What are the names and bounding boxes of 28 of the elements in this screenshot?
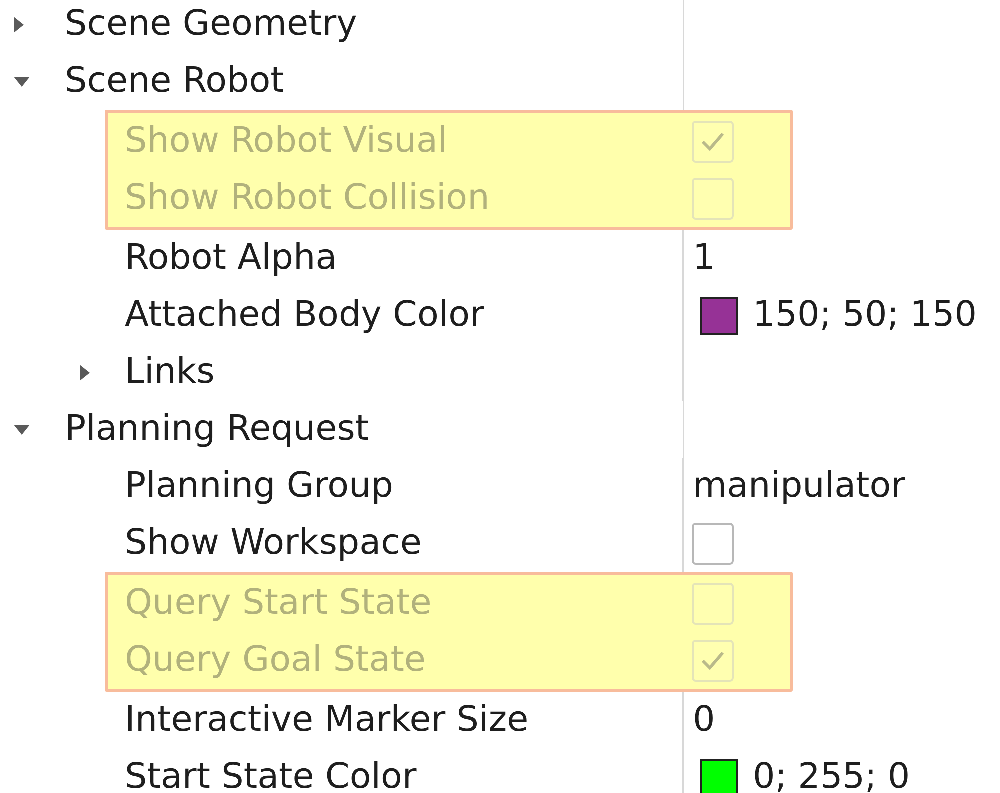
property-name: Query Goal State [125, 639, 426, 682]
property-name: Scene Geometry [65, 3, 358, 46]
property-name: Links [125, 351, 215, 394]
property-name: Show Robot Visual [125, 120, 448, 164]
property-name: Start State Color [125, 756, 417, 793]
property-name: Query Start State [125, 582, 432, 626]
property-name: Planning Group [125, 465, 394, 508]
checkbox[interactable] [692, 522, 734, 564]
property-name: Planning Request [65, 408, 370, 452]
caret-down-icon[interactable] [14, 424, 30, 434]
check-icon [700, 130, 726, 152]
color-value: 0; 255; 0 [753, 756, 910, 793]
property-value: manipulator [693, 465, 906, 508]
check-icon [700, 650, 726, 672]
caret-right-icon[interactable] [14, 16, 24, 32]
property-name: Robot Alpha [125, 237, 338, 280]
caret-down-icon[interactable] [14, 76, 30, 86]
color-value: 150; 50; 150 [753, 294, 977, 338]
property-name: Attached Body Color [125, 294, 484, 338]
property-name: Show Robot Collision [125, 177, 490, 220]
property-name: Show Workspace [125, 522, 422, 566]
color-swatch[interactable] [700, 758, 738, 793]
property-name: Scene Robot [65, 60, 284, 104]
property-value: 1 [693, 237, 716, 280]
property-name: Interactive Marker Size [125, 699, 529, 742]
property-value: 0 [693, 699, 716, 742]
color-swatch[interactable] [700, 296, 738, 334]
caret-right-icon[interactable] [80, 364, 90, 380]
